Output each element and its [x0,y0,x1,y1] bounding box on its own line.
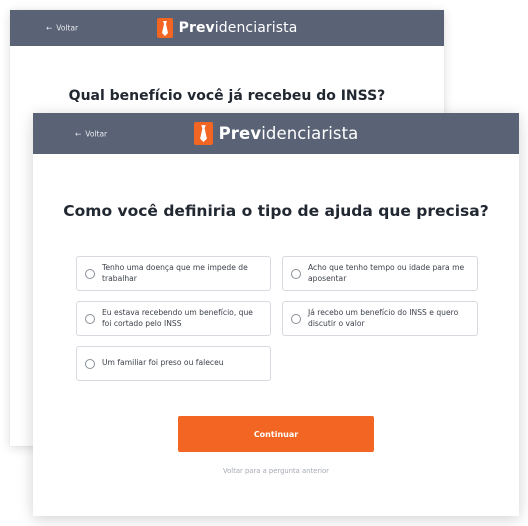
radio-button[interactable] [291,268,301,279]
option-label: Já recebo um benefício do INSS e quero d… [308,308,459,328]
back-link-label: Voltar [56,23,79,33]
arrow-left-icon: ← [46,23,53,33]
radio-button[interactable] [85,313,95,324]
header-bar: ← Voltar Previdenciarista [10,10,444,46]
previous-question-link[interactable]: Voltar para a pergunta anterior [33,467,519,475]
radio-button[interactable] [291,313,301,324]
option-discutir-valor[interactable]: Já recebo um benefício do INSS e quero d… [282,301,478,336]
page-title: Como você definiria o tipo de ajuda que … [63,202,489,220]
option-beneficio-cortado[interactable]: Eu estava recebendo um benefício, que fo… [76,301,271,336]
brand-logo: Previdenciarista [156,18,298,38]
brand-name: Previdenciarista [218,124,359,143]
question-card: ← Voltar Previdenciarista Como você defi… [33,113,519,516]
option-label: Tenho uma doença que me impede de trabal… [102,263,248,283]
tie-icon [156,18,173,38]
page-title: Qual benefício você já recebeu do INSS? [68,88,386,104]
brand-logo: Previdenciarista [193,122,359,145]
continue-button[interactable]: Continuar [178,416,374,452]
header-bar: ← Voltar Previdenciarista [33,113,519,154]
radio-button[interactable] [85,268,95,279]
back-link[interactable]: ← Voltar [75,129,107,138]
option-label: Um familiar foi preso ou faleceu [102,358,224,368]
option-aposentar[interactable]: Acho que tenho tempo ou idade para me ap… [282,256,478,291]
option-familiar[interactable]: Um familiar foi preso ou faleceu [76,346,271,381]
option-doenca[interactable]: Tenho uma doença que me impede de trabal… [76,256,271,291]
radio-button[interactable] [85,358,95,369]
option-label: Eu estava recebendo um benefício, que fo… [102,308,253,328]
brand-name: Previdenciarista [178,20,298,36]
back-link-label: Voltar [85,129,108,138]
option-label: Acho que tenho tempo ou idade para me ap… [308,263,465,283]
back-link[interactable]: ← Voltar [46,24,78,33]
arrow-left-icon: ← [75,129,82,138]
tie-icon [193,122,213,145]
